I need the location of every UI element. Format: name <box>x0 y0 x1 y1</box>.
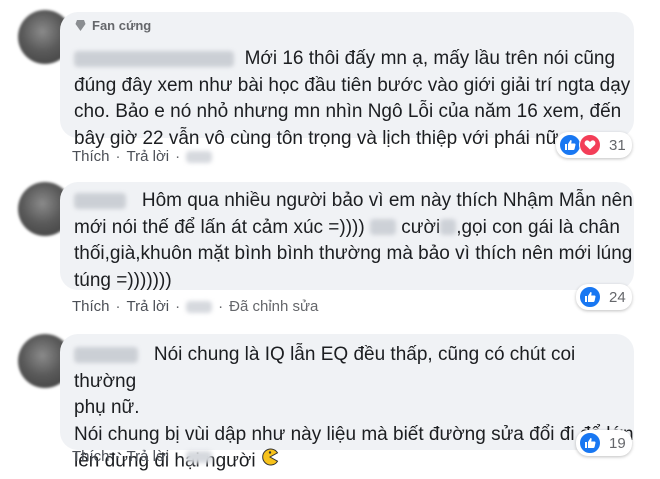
comment-actions: Thích · Trả lời · <box>72 448 213 465</box>
separator-dot: · <box>218 298 224 315</box>
comment-bubble: Fan cứng Mới 16 thôi đấy mn ạ, mấy lầu t… <box>60 12 634 149</box>
comment-actions: Thích · Trả lời · · Đã chỉnh sửa <box>72 298 318 315</box>
commenter-name[interactable] <box>74 50 234 67</box>
blurred-emoji <box>370 219 396 236</box>
badge-label: Fan cứng <box>92 18 152 33</box>
comment-1: Fan cứng Mới 16 thôi đấy mn ạ, mấy lầu t… <box>0 0 660 170</box>
comment-bubble: Hôm qua nhiều người bảo vì em này thích … <box>60 182 634 291</box>
blurred-emoji <box>440 219 457 236</box>
comment-2: Hôm qua nhiều người bảo vì em này thích … <box>0 170 660 320</box>
separator-dot: · <box>115 298 121 315</box>
commenter-name[interactable] <box>74 192 126 209</box>
reaction-count: 24 <box>609 288 626 306</box>
separator-dot: · <box>115 148 121 165</box>
commenter-name[interactable] <box>74 346 138 363</box>
separator-dot: · <box>175 298 181 315</box>
comment-text-part-2: cười <box>401 216 441 238</box>
separator-dot: · <box>175 148 181 165</box>
reactions-summary[interactable]: 31 <box>556 132 632 158</box>
comment-actions: Thích · Trả lời · <box>72 148 213 165</box>
reaction-count: 19 <box>609 434 626 452</box>
like-button[interactable]: Thích <box>72 148 110 165</box>
comment-text: Mới 16 thôi đấy mn ạ, mấy lầu trên nói c… <box>74 46 630 152</box>
timestamp[interactable] <box>186 450 213 463</box>
like-icon <box>579 286 601 308</box>
reactions-summary[interactable]: 19 <box>576 430 632 456</box>
timestamp[interactable] <box>186 150 213 163</box>
like-icon <box>559 134 581 156</box>
like-icon <box>579 432 601 454</box>
comment-text: Hôm qua nhiều người bảo vì em này thích … <box>74 188 633 294</box>
timestamp[interactable] <box>186 300 213 313</box>
like-button[interactable]: Thích <box>72 298 110 315</box>
reply-button[interactable]: Trả lời <box>127 298 170 315</box>
separator-dot: · <box>115 448 121 465</box>
badge-icon <box>74 19 87 32</box>
reply-button[interactable]: Trả lời <box>127 448 170 465</box>
reaction-count: 31 <box>609 136 626 154</box>
edited-label[interactable]: Đã chỉnh sửa <box>229 298 318 315</box>
pacman-icon <box>261 448 279 475</box>
love-icon <box>579 134 601 156</box>
comment-3: Nói chung là IQ lẫn EQ đều thấp, cũng có… <box>0 320 660 479</box>
separator-dot: · <box>175 448 181 465</box>
reply-button[interactable]: Trả lời <box>127 148 170 165</box>
like-button[interactable]: Thích <box>72 448 110 465</box>
reactions-summary[interactable]: 24 <box>576 284 632 310</box>
fan-badge: Fan cứng <box>74 18 151 33</box>
comment-bubble: Nói chung là IQ lẫn EQ đều thấp, cũng có… <box>60 334 634 471</box>
